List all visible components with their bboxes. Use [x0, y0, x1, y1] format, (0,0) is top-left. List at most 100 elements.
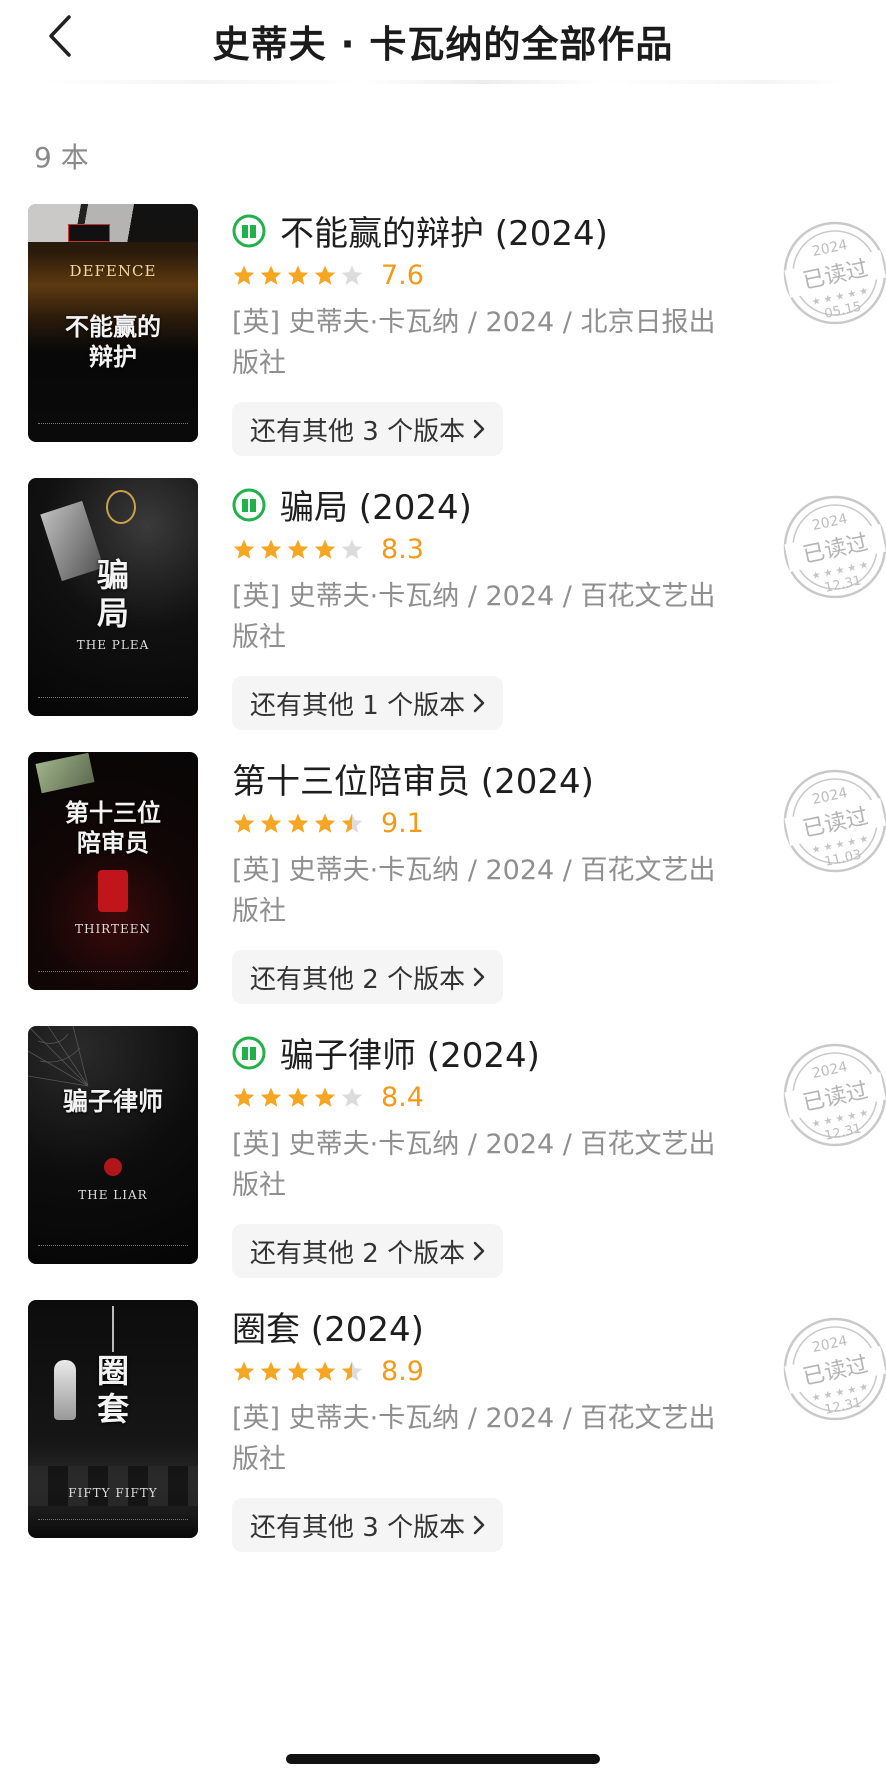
reading-icon	[232, 1036, 266, 1069]
book-title[interactable]: 第十三位陪审员 (2024)	[232, 754, 594, 803]
stamp-year: 2024	[811, 1333, 849, 1356]
star-rating	[232, 1086, 367, 1110]
star-icon	[341, 1361, 363, 1381]
star-icon	[341, 813, 363, 833]
header: 史蒂夫 · 卡瓦纳的全部作品	[0, 0, 886, 80]
star-icon	[314, 813, 336, 833]
book-item[interactable]: 骗子律师 THE LIAR 骗子律师 (2024) 8.4 [英] 史蒂夫·卡瓦…	[0, 1026, 886, 1286]
rating-score: 8.9	[381, 1356, 424, 1387]
other-editions-button[interactable]: 还有其他 3 个版本	[232, 1498, 504, 1552]
star-icon	[233, 813, 255, 833]
other-editions-button[interactable]: 还有其他 1 个版本	[232, 676, 504, 730]
book-item[interactable]: 圈 套 FIFTY FIFTY 圈套 (2024) 8.9 [英] 史蒂夫·卡瓦…	[0, 1300, 886, 1560]
rating-row: 8.3	[232, 534, 424, 565]
book-cover[interactable]: 骗 局 THE PLEA	[28, 478, 198, 716]
rating-score: 7.6	[381, 260, 424, 291]
other-editions-button[interactable]: 还有其他 2 个版本	[232, 1224, 504, 1278]
read-stamp-icon: 2024 已读过 ★ ★ ★ ★ ★ 05.15	[783, 221, 886, 325]
star-icon	[233, 265, 255, 285]
book-item[interactable]: 第十三位 陪审员 THIRTEEN 第十三位陪审员 (2024) 9.1 [英]…	[0, 752, 886, 1012]
star-icon	[314, 265, 336, 285]
star-icon	[233, 1361, 255, 1381]
star-icon	[341, 1087, 363, 1107]
other-editions-label: 还有其他 3 个版本	[250, 1512, 466, 1543]
chevron-right-icon	[473, 1515, 485, 1535]
author-publisher: [英] 史蒂夫·卡瓦纳 / 2024 / 北京日报出版社	[232, 307, 716, 379]
star-icon	[314, 1361, 336, 1381]
book-item[interactable]: 骗 局 THE PLEA 骗局 (2024) 8.3 [英] 史蒂夫·卡瓦纳 /…	[0, 478, 886, 738]
cover-footer	[38, 971, 188, 978]
reading-icon	[232, 488, 266, 521]
star-icon	[287, 265, 309, 285]
title-row: 圈套 (2024)	[232, 1302, 424, 1351]
book-title[interactable]: 骗子律师 (2024)	[280, 1028, 540, 1077]
other-editions-button[interactable]: 还有其他 3 个版本	[232, 402, 504, 456]
star-icon	[260, 1361, 282, 1381]
cover-subtitle: FIFTY FIFTY	[68, 1486, 158, 1500]
other-editions-button[interactable]: 还有其他 2 个版本	[232, 950, 504, 1004]
stamp-year: 2024	[811, 785, 849, 808]
book-cover[interactable]: 第十三位 陪审员 THIRTEEN	[28, 752, 198, 990]
star-icon	[341, 539, 363, 559]
cover-subtitle: THE LIAR	[78, 1188, 148, 1202]
star-icon	[287, 1087, 309, 1107]
cover-title: 不能赢的 辩护	[65, 312, 161, 371]
cover-subtitle: THE PLEA	[76, 638, 150, 652]
rating-row: 8.9	[232, 1356, 424, 1387]
other-editions-label: 还有其他 2 个版本	[250, 964, 466, 995]
stamp-year: 2024	[811, 1059, 849, 1082]
cover-footer	[38, 1519, 188, 1526]
cover-footer	[38, 1245, 188, 1252]
book-cover[interactable]: 骗子律师 THE LIAR	[28, 1026, 198, 1264]
book-cover[interactable]: DEFENCE 不能赢的 辩护	[28, 204, 198, 442]
book-title[interactable]: 圈套 (2024)	[232, 1302, 424, 1351]
author-publisher: [英] 史蒂夫·卡瓦纳 / 2024 / 百花文艺出版社	[232, 855, 716, 927]
home-indicator[interactable]	[286, 1754, 600, 1764]
chevron-right-icon	[473, 967, 485, 987]
cover-footer	[38, 423, 188, 430]
author-publisher: [英] 史蒂夫·卡瓦纳 / 2024 / 百花文艺出版社	[232, 1403, 716, 1475]
read-stamp-icon: 2024 已读过 ★ ★ ★ ★ ★ 12.31	[783, 1043, 886, 1147]
other-editions-label: 还有其他 2 个版本	[250, 1238, 466, 1269]
read-stamp-icon: 2024 已读过 ★ ★ ★ ★ ★ 12.31	[783, 495, 886, 599]
author-publisher: [英] 史蒂夫·卡瓦纳 / 2024 / 百花文艺出版社	[232, 581, 716, 653]
star-rating	[232, 538, 367, 562]
page-title: 史蒂夫 · 卡瓦纳的全部作品	[212, 23, 674, 66]
chevron-right-icon	[473, 693, 485, 713]
star-icon	[314, 539, 336, 559]
cover-footer	[38, 697, 188, 704]
cover-title: 圈 套	[96, 1352, 129, 1428]
star-icon	[233, 1087, 255, 1107]
cover-subtitle: DEFENCE	[69, 262, 157, 280]
book-title[interactable]: 骗局 (2024)	[280, 480, 472, 529]
star-icon	[287, 539, 309, 559]
rating-score: 8.3	[381, 534, 424, 565]
star-rating	[232, 264, 367, 288]
author-publisher: [英] 史蒂夫·卡瓦纳 / 2024 / 百花文艺出版社	[232, 1129, 716, 1201]
star-icon	[260, 539, 282, 559]
cover-title: 骗 局	[96, 556, 129, 632]
stamp-year: 2024	[811, 237, 849, 260]
cover-title: 骗子律师	[62, 1087, 163, 1116]
star-icon	[260, 813, 282, 833]
cover-title: 第十三位 陪审员	[65, 798, 161, 857]
book-cover[interactable]: 圈 套 FIFTY FIFTY	[28, 1300, 198, 1538]
other-editions-label: 还有其他 1 个版本	[250, 690, 466, 721]
chevron-right-icon	[473, 1241, 485, 1261]
book-title[interactable]: 不能赢的辩护 (2024)	[280, 206, 608, 255]
read-stamp-icon: 2024 已读过 ★ ★ ★ ★ ★ 11.03	[783, 769, 886, 873]
title-row: 第十三位陪审员 (2024)	[232, 754, 594, 803]
other-editions-label: 还有其他 3 个版本	[250, 416, 466, 447]
header-divider	[40, 80, 846, 84]
title-row: 骗局 (2024)	[232, 480, 472, 529]
cover-subtitle: THIRTEEN	[74, 922, 152, 936]
star-rating	[232, 812, 367, 836]
rating-row: 7.6	[232, 260, 424, 291]
star-icon	[341, 265, 363, 285]
rating-score: 8.4	[381, 1082, 424, 1113]
star-icon	[314, 1087, 336, 1107]
star-icon	[260, 1087, 282, 1107]
book-item[interactable]: DEFENCE 不能赢的 辩护 不能赢的辩护 (2024) 7.6 [英] 史蒂…	[0, 204, 886, 464]
reading-icon	[232, 214, 266, 247]
stamp-year: 2024	[811, 511, 849, 534]
